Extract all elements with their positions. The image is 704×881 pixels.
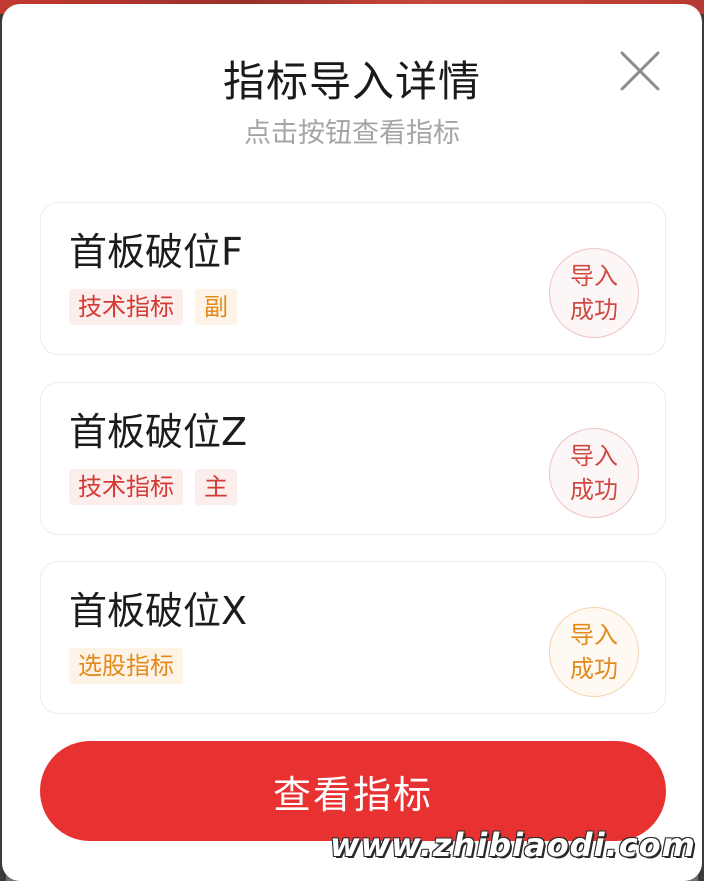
indicator-card-f[interactable]: 首板破位F 技术指标 副 导入 成功	[40, 202, 666, 355]
stamp-line-2: 成功	[570, 655, 618, 683]
tag-category: 技术指标	[69, 289, 183, 325]
stamp-line-1: 导入	[570, 442, 618, 470]
indicator-card-z[interactable]: 首板破位Z 技术指标 主 导入 成功	[40, 382, 666, 535]
import-details-dialog: 指标导入详情 点击按钮查看指标 首板破位F 技术指标 副 导入 成功 首板破位Z…	[2, 4, 702, 881]
dialog-title: 指标导入详情	[222, 57, 481, 106]
close-icon	[620, 51, 660, 91]
indicator-name: 首板破位X	[69, 589, 248, 633]
indicator-card-x[interactable]: 首板破位X 选股指标 导入 成功	[40, 561, 666, 714]
stamp-line-1: 导入	[570, 262, 618, 290]
indicator-tags: 技术指标 主	[69, 469, 237, 505]
stamp-line-2: 成功	[570, 296, 618, 324]
dialog-subtitle: 点击按钮查看指标	[244, 118, 460, 149]
import-success-stamp: 导入 成功	[549, 607, 639, 697]
site-watermark: www.zhibiaodi.com	[330, 826, 696, 864]
stamp-line-1: 导入	[570, 621, 618, 649]
tag-type: 主	[195, 469, 237, 505]
indicator-tags: 技术指标 副	[69, 289, 237, 325]
import-success-stamp: 导入 成功	[549, 248, 639, 338]
close-button[interactable]	[617, 48, 663, 94]
tag-type: 副	[195, 289, 237, 325]
tag-category: 选股指标	[69, 648, 183, 684]
indicator-name: 首板破位F	[69, 230, 243, 274]
tag-category: 技术指标	[69, 469, 183, 505]
indicator-tags: 选股指标	[69, 648, 183, 684]
stamp-line-2: 成功	[570, 476, 618, 504]
import-success-stamp: 导入 成功	[549, 428, 639, 518]
indicator-name: 首板破位Z	[69, 410, 248, 454]
